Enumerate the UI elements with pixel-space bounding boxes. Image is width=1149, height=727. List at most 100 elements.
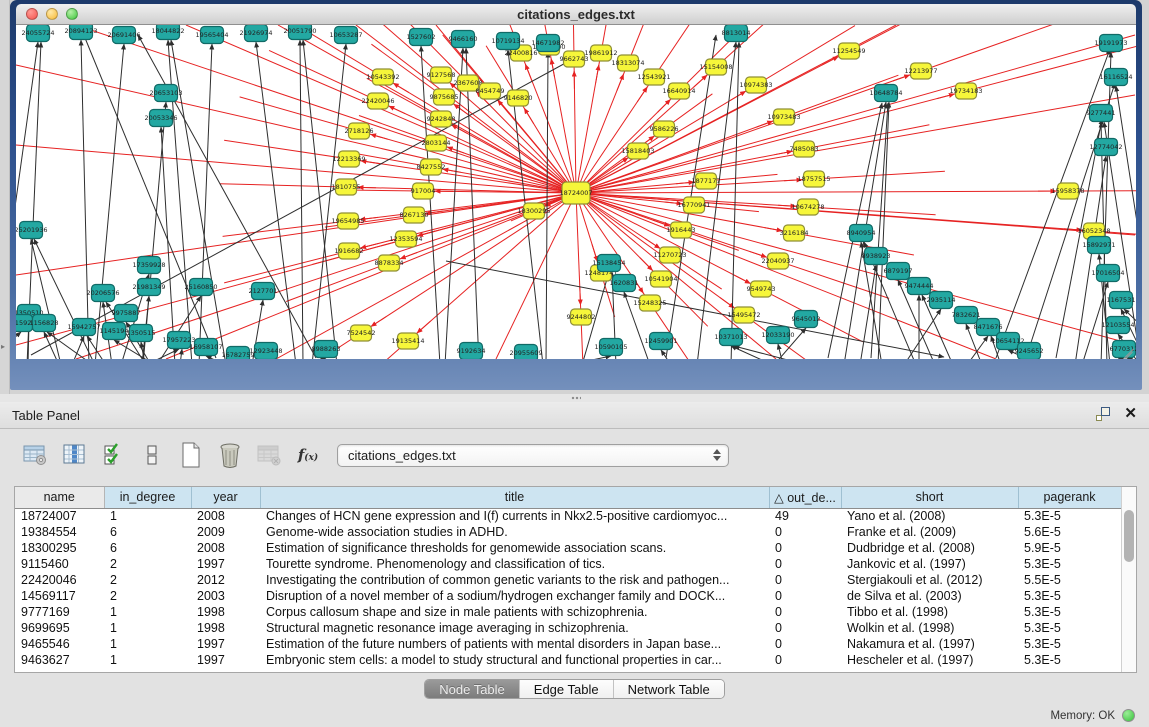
graph-node[interactable]: 9474444	[905, 278, 934, 295]
graph-node[interactable]: 20894123	[64, 25, 97, 40]
graph-node[interactable]: 10653287	[329, 27, 362, 44]
graph-node[interactable]: 10371013	[714, 329, 747, 346]
table-row[interactable]: 969969511998Structural magnetic resonanc…	[15, 620, 1121, 636]
graph-node[interactable]: 17359928	[132, 257, 165, 274]
graph-node-cited[interactable]: 2718126	[345, 123, 374, 139]
graph-node-cited[interactable]: 18757515	[797, 171, 830, 187]
graph-node[interactable]: 2935114	[927, 292, 956, 309]
graph-node[interactable]: 19565404	[195, 27, 228, 44]
graph-node-cited[interactable]: 3216184	[780, 225, 809, 241]
graph-node-cited[interactable]: 8427552	[417, 159, 446, 175]
graph-node[interactable]: 20691406	[107, 27, 140, 44]
graph-node-cited[interactable]: 9549743	[747, 281, 776, 297]
graph-node-cited[interactable]: 12213977	[904, 63, 937, 79]
graph-node[interactable]: 18044822	[151, 25, 184, 40]
graph-node[interactable]: 20206576	[86, 285, 119, 302]
new-column-icon[interactable]	[176, 440, 206, 470]
graph-node-cited[interactable]: 1810755	[332, 179, 361, 195]
graph-node-cited[interactable]: 12543921	[637, 69, 670, 85]
panel-splitter[interactable]	[0, 394, 1149, 402]
graph-node[interactable]: 20955609	[509, 345, 542, 360]
column-header-in_degree[interactable]: in_degree	[104, 487, 191, 508]
graph-node-cited[interactable]: 19654985	[331, 213, 364, 229]
graph-node[interactable]: 15138454	[592, 255, 625, 272]
table-vertical-scrollbar[interactable]	[1121, 487, 1136, 672]
table-row[interactable]: 1938455462009Genome-wide association stu…	[15, 524, 1121, 540]
column-header-short[interactable]: short	[841, 487, 1018, 508]
graph-node-cited[interactable]: 15154008	[699, 59, 732, 75]
graph-node[interactable]: 16116524	[1099, 69, 1132, 86]
graph-node[interactable]: 1620831	[610, 275, 639, 292]
graph-node[interactable]: 16958107	[189, 339, 222, 356]
graph-node[interactable]: 20653103	[149, 85, 182, 102]
graph-node[interactable]: 9645012	[792, 311, 821, 328]
graph-node[interactable]: 8813014	[722, 25, 751, 42]
graph-node[interactable]: 20051790	[283, 25, 316, 40]
graph-node-cited[interactable]: 917004	[411, 183, 436, 199]
graph-node-cited[interactable]: 2803144	[422, 135, 451, 151]
graph-node-cited[interactable]: 9244802	[567, 309, 596, 325]
graph-node[interactable]: 24055724	[21, 25, 54, 42]
graph-node-cited[interactable]: 19135414	[391, 333, 424, 349]
graph-node-cited[interactable]: 1877177	[692, 173, 721, 189]
column-header-pagerank[interactable]: pagerank	[1018, 487, 1121, 508]
network-window-titlebar[interactable]: citations_edges.txt	[16, 4, 1136, 25]
column-header-year[interactable]: year	[191, 487, 260, 508]
graph-node[interactable]: 15942757	[67, 319, 100, 336]
graph-node[interactable]: 8988263	[312, 341, 341, 358]
graph-node[interactable]: 1167531	[1107, 292, 1136, 309]
memory-status-icon[interactable]	[1122, 709, 1135, 722]
graph-node[interactable]: 1527602	[407, 29, 436, 46]
table-row[interactable]: 911546021997Tourette syndrome. Phenomeno…	[15, 556, 1121, 572]
graph-node[interactable]: 10719134	[491, 33, 524, 50]
table-row[interactable]: 1456911722003Disruption of a novel membe…	[15, 588, 1121, 604]
table-row[interactable]: 1872400712008Changes of HCN gene express…	[15, 508, 1121, 524]
graph-node[interactable]: 9245652	[1015, 343, 1044, 360]
graph-node[interactable]: 21926974	[239, 25, 272, 42]
graph-node-cited[interactable]: 1916443	[667, 222, 696, 238]
graph-node-cited[interactable]: 15958378	[1051, 183, 1084, 199]
graph-node[interactable]: 14671982	[531, 35, 564, 52]
tab-node-table[interactable]: Node Table	[425, 680, 520, 698]
graph-node-hub[interactable]: 18724007	[559, 182, 592, 204]
graph-node-cited[interactable]: 12213369	[332, 151, 365, 167]
delete-column-icon[interactable]	[215, 440, 245, 470]
network-canvas[interactable]: 1054339291275689875685236760884547499146…	[16, 25, 1136, 359]
graph-node-cited[interactable]: 10973483	[767, 109, 800, 125]
graph-node-cited[interactable]: 10543392	[366, 69, 399, 85]
graph-node[interactable]: 8940954	[847, 225, 876, 242]
graph-node[interactable]: 2127701	[249, 283, 278, 300]
graph-node-cited[interactable]: 19734183	[949, 83, 982, 99]
graph-node-cited[interactable]: 7524542	[347, 325, 376, 341]
graph-node[interactable]: 9975887	[112, 305, 141, 322]
tab-network-table[interactable]: Network Table	[614, 680, 724, 698]
graph-node-cited[interactable]: 8267130	[400, 207, 429, 223]
float-panel-icon[interactable]	[1096, 407, 1110, 421]
graph-node-cited[interactable]: 16640914	[662, 83, 695, 99]
table-row[interactable]: 946554611997Estimation of the future num…	[15, 636, 1121, 652]
graph-node[interactable]: 6879197	[884, 263, 913, 280]
graph-node[interactable]: 12459901	[644, 333, 677, 350]
graph-node[interactable]: 25201936	[16, 222, 48, 239]
graph-node-cited[interactable]: 7485083	[790, 141, 819, 157]
graph-node[interactable]: 7832621	[952, 307, 981, 324]
column-header-name[interactable]: name	[15, 487, 104, 508]
graph-node[interactable]: 12923448	[249, 343, 282, 360]
graph-node[interactable]: 9466160	[449, 31, 478, 48]
graph-node[interactable]: 20053346	[144, 110, 177, 127]
scrollbar-thumb[interactable]	[1124, 510, 1134, 562]
graph-node-cited[interactable]: 22040937	[761, 253, 794, 269]
row-height-icon[interactable]	[137, 440, 167, 470]
graph-node-cited[interactable]: 8878334	[375, 255, 404, 271]
table-row[interactable]: 946362711997Embryonic stem cells: a mode…	[15, 652, 1121, 668]
graph-node-cited[interactable]: 15248325	[633, 295, 666, 311]
column-visibility-icon[interactable]	[59, 440, 89, 470]
graph-node[interactable]: 15892971	[1082, 237, 1115, 254]
column-header-title[interactable]: title	[260, 487, 769, 508]
graph-node[interactable]: 19191973	[1094, 35, 1127, 52]
column-select-icon[interactable]	[98, 440, 128, 470]
graph-node[interactable]: 17016504	[1091, 265, 1124, 282]
graph-node-cited[interactable]: 18313074	[611, 55, 644, 71]
tab-edge-table[interactable]: Edge Table	[520, 680, 614, 698]
graph-node[interactable]: 10590105	[594, 339, 627, 356]
